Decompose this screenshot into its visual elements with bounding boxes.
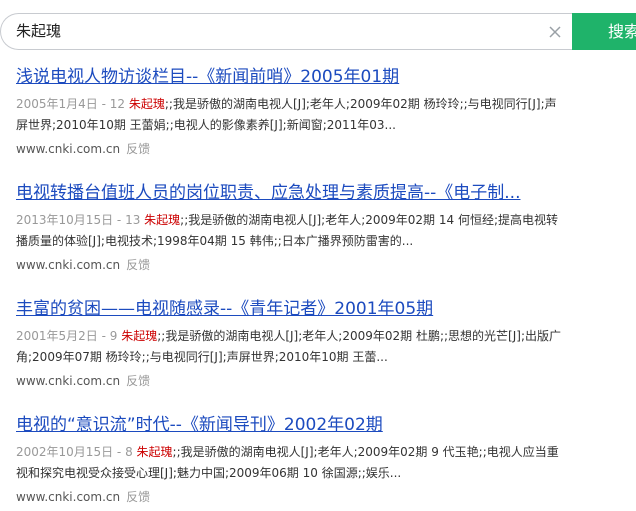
result-title-link[interactable]: 浅说电视人物访谈栏目--《新闻前哨》2005年01期	[16, 66, 626, 88]
result-keyword: 朱起瑰	[136, 445, 173, 459]
result-date: 2001年5月2日	[16, 329, 98, 343]
result-separator: -	[97, 97, 110, 111]
result-snippet: 2001年5月2日 - 9 朱起瑰;;我是骄傲的湖南电视人[J];老年人;200…	[16, 326, 564, 368]
result-meta: www.cnki.com.cn 反馈	[16, 372, 626, 390]
result-count: 13	[125, 213, 145, 227]
result-separator: -	[113, 213, 126, 227]
clear-icon[interactable]	[547, 24, 563, 40]
result-title-link[interactable]: 丰富的贫困——电视随感录--《青年记者》2001年05期	[16, 298, 626, 320]
result-snippet: 2013年10月15日 - 13 朱起瑰;;我是骄傲的湖南电视人[J];老年人;…	[16, 210, 564, 252]
result-date: 2002年10月15日	[16, 445, 114, 459]
result-count: 12	[109, 97, 129, 111]
result-source: www.cnki.com.cn	[16, 142, 121, 156]
search-input[interactable]	[16, 14, 536, 49]
result-separator: -	[97, 329, 110, 343]
result-source: www.cnki.com.cn	[16, 490, 121, 504]
result-item: 电视转播台值班人员的岗位职责、应急处理与素质提高--《电子制... 2013年1…	[16, 182, 626, 274]
result-meta: www.cnki.com.cn 反馈	[16, 488, 626, 506]
result-date: 2005年1月4日	[16, 97, 98, 111]
result-meta: www.cnki.com.cn 反馈	[16, 256, 626, 274]
search-button[interactable]: 搜索	[572, 13, 636, 50]
feedback-link[interactable]: 反馈	[126, 490, 150, 504]
feedback-link[interactable]: 反馈	[126, 258, 150, 272]
result-date: 2013年10月15日	[16, 213, 114, 227]
result-item: 浅说电视人物访谈栏目--《新闻前哨》2005年01期 2005年1月4日 - 1…	[16, 66, 626, 158]
result-item: 电视的“意识流”时代--《新闻导刊》2002年02期 2002年10月15日 -…	[16, 414, 626, 506]
result-source: www.cnki.com.cn	[16, 374, 121, 388]
result-count: 9	[109, 329, 122, 343]
result-count: 8	[125, 445, 137, 459]
feedback-link[interactable]: 反馈	[126, 142, 150, 156]
result-keyword: 朱起瑰	[128, 97, 165, 111]
result-keyword: 朱起瑰	[121, 329, 158, 343]
feedback-link[interactable]: 反馈	[126, 374, 150, 388]
result-title-link[interactable]: 电视转播台值班人员的岗位职责、应急处理与素质提高--《电子制...	[16, 182, 626, 204]
result-item: 丰富的贫困——电视随感录--《青年记者》2001年05期 2001年5月2日 -…	[16, 298, 626, 390]
result-snippet: 2002年10月15日 - 8 朱起瑰;;我是骄傲的湖南电视人[J];老年人;2…	[16, 442, 564, 484]
result-meta: www.cnki.com.cn 反馈	[16, 140, 626, 158]
result-separator: -	[113, 445, 126, 459]
result-keyword: 朱起瑰	[144, 213, 181, 227]
result-source: www.cnki.com.cn	[16, 258, 121, 272]
search-box	[0, 13, 572, 50]
result-title-link[interactable]: 电视的“意识流”时代--《新闻导刊》2002年02期	[16, 414, 626, 436]
result-snippet: 2005年1月4日 - 12 朱起瑰;;我是骄傲的湖南电视人[J];老年人;20…	[16, 94, 564, 136]
